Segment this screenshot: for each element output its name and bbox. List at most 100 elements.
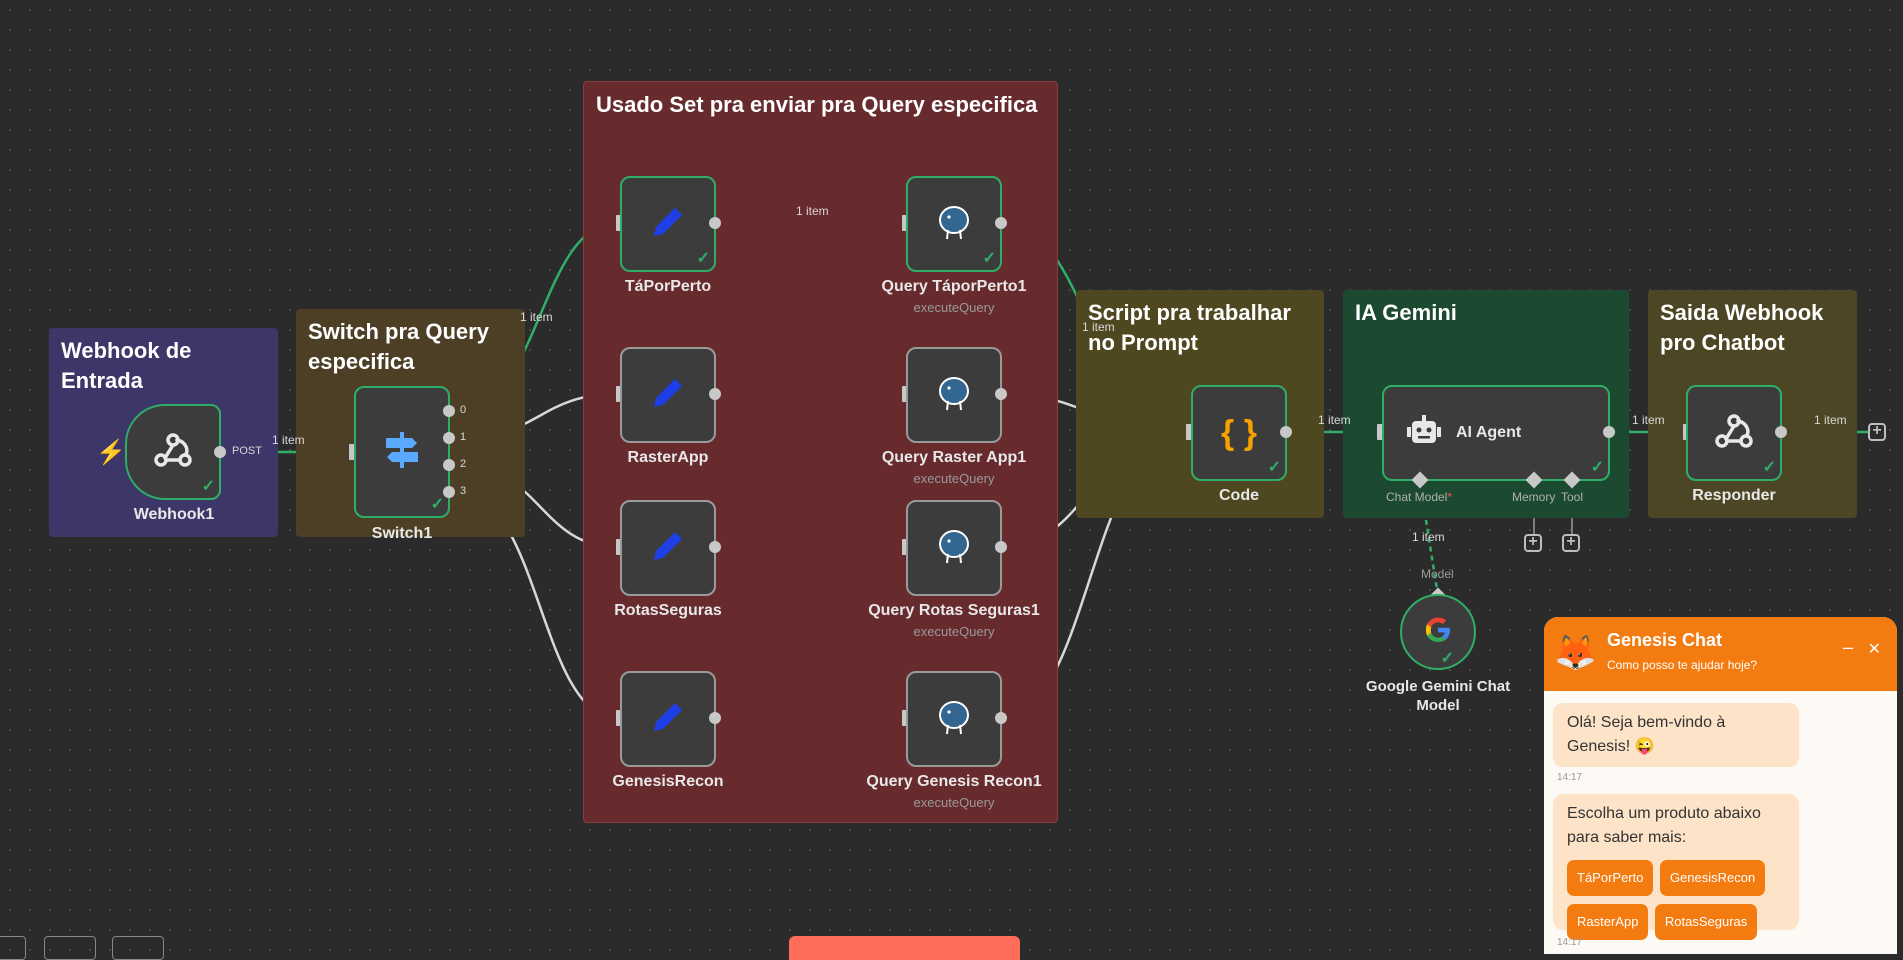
node-operation: executeQuery [913,300,995,315]
node-operation: executeQuery [913,471,995,486]
node-ai-agent[interactable]: AI Agent ✓ [1382,385,1610,481]
node-label: Query Raster App1 [881,449,1027,466]
edge-item-count: 1 item [1632,413,1665,427]
output-handle[interactable] [709,541,721,553]
success-check-icon: ✓ [1267,459,1281,476]
node-set-genesisrecon[interactable] [620,671,716,767]
option-chip[interactable]: TáPorPerto [1567,860,1654,896]
group-title: Switch pra Query especifica [308,319,489,374]
success-check-icon: ✓ [1762,459,1776,476]
output-handle[interactable] [995,217,1007,229]
add-node-button[interactable]: + [1868,423,1886,441]
output-handle-0[interactable] [443,405,455,417]
group-title: Usado Set pra enviar pra Query especific… [596,92,1038,117]
node-query-taporperto[interactable]: ✓ [906,176,1002,272]
pencil-icon [648,526,688,571]
test-workflow-button[interactable] [789,936,1020,960]
zoom-in-button[interactable] [44,936,96,960]
output-handle[interactable] [709,217,721,229]
edge-item-count: 1 item [272,433,305,447]
output-handle[interactable] [995,388,1007,400]
close-button[interactable]: ✕ [1868,639,1881,659]
add-tool-button[interactable]: + [1562,534,1580,552]
node-set-rotasseguras[interactable] [620,500,716,596]
zoom-out-button[interactable] [112,936,164,960]
node-label: GenesisRecon [612,773,724,790]
node-operation: executeQuery [913,624,995,639]
output-handle-1[interactable] [443,432,455,444]
output-handle-2[interactable] [443,459,455,471]
success-check-icon: ✓ [201,478,215,495]
add-memory-button[interactable]: + [1524,534,1542,552]
message-time: 14:17 [1557,937,1583,948]
group-title: Saida Webhook pro Chatbot [1660,300,1824,355]
node-query-genesisrecon[interactable] [906,671,1002,767]
node-label: RasterApp [627,449,709,466]
chat-widget[interactable]: 🦊 Genesis Chat Como posso te ajudar hoje… [1544,617,1897,954]
node-label: RotasSeguras [614,602,722,619]
node-label: Responder [1692,487,1776,504]
output-handle[interactable] [1775,426,1787,438]
success-check-icon: ✓ [696,250,710,267]
output-handle[interactable] [995,541,1007,553]
edge-item-count: 1 item [520,310,553,324]
chat-message: Olá! Seja bem-vindo à Genesis! 😜 [1553,703,1799,767]
method-badge: POST [232,445,262,457]
node-webhook1[interactable]: ✓ [125,404,221,500]
option-chip[interactable]: RasterApp [1567,904,1649,940]
node-label: Query Rotas Seguras1 [868,602,1040,619]
group-title: Script pra trabalhar no Prompt [1088,300,1291,355]
node-label: Webhook1 [133,506,215,523]
fox-icon: 🦊 [1554,634,1597,672]
output-handle[interactable] [709,712,721,724]
port-label: Model [1421,567,1454,581]
minimize-button[interactable]: – [1843,637,1853,658]
node-label: Switch1 [371,525,433,542]
node-query-rasterapp[interactable] [906,347,1002,443]
group-title: Webhook de Entrada [61,338,192,393]
output-handle-3[interactable] [443,486,455,498]
output-handle[interactable] [709,388,721,400]
output-index: 0 [460,404,467,416]
node-label: Google Gemini Chat Model [1365,678,1511,714]
required-marker: * [1447,490,1453,504]
option-chip[interactable]: GenesisRecon [1659,860,1766,896]
option-chip[interactable]: RotasSeguras [1654,904,1758,940]
node-google-gemini-chat-model[interactable]: ✓ [1400,594,1476,670]
output-handle[interactable] [214,446,226,458]
trigger-bolt-icon: ⚡ [96,439,126,466]
chat-subtitle: Como posso te ajudar hoje? [1607,658,1758,672]
edge-item-count: 1 item [1318,413,1351,427]
zoom-to-fit-button[interactable] [0,936,26,960]
port-label: Memory [1512,490,1556,504]
output-index: 2 [460,458,467,470]
node-set-rasterapp[interactable] [620,347,716,443]
webhook-icon [1712,409,1756,458]
option-chips: TáPorPerto GenesisRecon RasterApp RotasS… [1567,860,1785,948]
node-responder[interactable]: ✓ [1686,385,1782,481]
port-label: Tool [1561,490,1584,504]
output-handle[interactable] [995,712,1007,724]
workflow-canvas[interactable]: Webhook de Entrada Switch pra Query espe… [0,0,1903,960]
google-g-icon [1423,615,1453,650]
pencil-icon [648,373,688,418]
robot-icon [1404,413,1444,454]
output-index: 1 [460,431,467,443]
postgres-elephant-icon [934,202,974,247]
node-switch1[interactable]: ✓ [354,386,450,518]
node-operation: executeQuery [913,795,995,810]
message-time: 14:17 [1557,772,1583,783]
pencil-icon [648,697,688,742]
output-handle[interactable] [1280,426,1292,438]
edge-item-count: 1 item [1814,413,1847,427]
output-handle[interactable] [1603,426,1615,438]
curly-braces-icon: { } [1221,413,1257,452]
edge-item-count: 1 item [1412,530,1445,544]
output-index: 3 [460,485,467,497]
chat-title: Genesis Chat [1607,630,1723,650]
pencil-icon [648,202,688,247]
node-query-rotasseguras[interactable] [906,500,1002,596]
node-title: AI Agent [1456,424,1522,441]
node-code[interactable]: { } ✓ [1191,385,1287,481]
node-set-taporperto[interactable]: ✓ [620,176,716,272]
